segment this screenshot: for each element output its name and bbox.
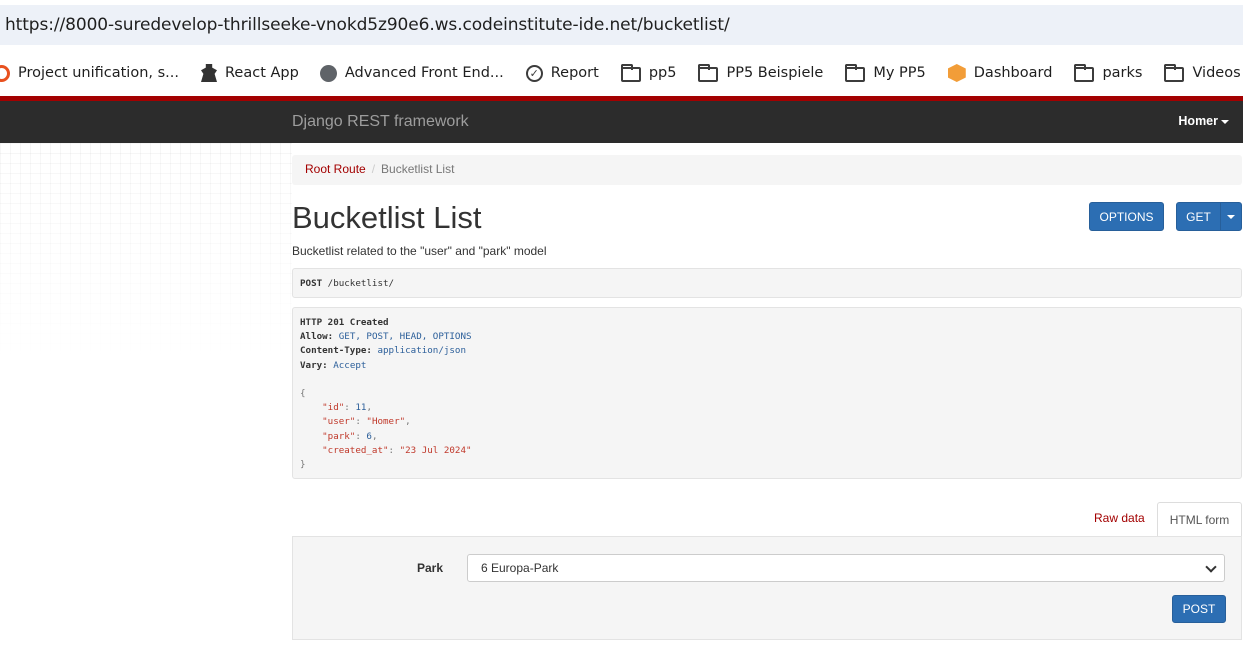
breadcrumb-root-link[interactable]: Root Route (305, 162, 366, 176)
json-key: "created_at" (322, 444, 389, 456)
json-value: "Homer" (366, 416, 406, 428)
json-field: "park": 6, (322, 430, 378, 442)
bookmark-report[interactable]: ✓ Report (525, 58, 599, 88)
post-form: Park 6 Europa-Park POST (292, 536, 1242, 640)
user-name: Homer (1178, 114, 1218, 128)
bookmark-label: Advanced Front End... (344, 65, 504, 81)
bookmark-pp5[interactable]: pp5 (620, 58, 677, 88)
json-key: "id" (322, 402, 345, 414)
header-value: application/json (377, 345, 466, 357)
json-value: "23 Jul 2024" (399, 444, 472, 456)
park-select[interactable]: 6 Europa-Park (467, 554, 1225, 582)
folder-icon (698, 63, 719, 82)
json-field: "id": 11, (322, 402, 372, 414)
bookmark-advanced-front-end[interactable]: Advanced Front End... (319, 58, 504, 88)
header-key: Content-Type: (300, 345, 372, 357)
bookmark-label: Report (550, 65, 599, 81)
response-header-vary: Vary: Accept (300, 359, 1234, 373)
breadcrumb: Root Route / Bucketlist List (292, 155, 1242, 185)
json-open-brace: { (300, 388, 306, 400)
response-status: HTTP 201 Created (300, 317, 389, 328)
response-info: HTTP 201 Created Allow: GET, POST, HEAD,… (292, 307, 1242, 479)
address-bar: https://8000-suredevelop-thrillseeke-vno… (0, 0, 1243, 50)
request-info: POST /bucketlist/ (292, 268, 1242, 298)
get-format-dropdown[interactable] (1220, 202, 1242, 231)
request-path: /bucketlist/ (322, 278, 395, 289)
bookmark-videos[interactable]: Videos (1164, 58, 1241, 88)
page-description: Bucketlist related to the "user" and "pa… (292, 244, 547, 258)
url-text: https://8000-suredevelop-thrillseeke-vno… (5, 15, 730, 35)
breadcrumb-current: Bucketlist List (381, 162, 455, 176)
header-key: Vary: (300, 359, 328, 371)
response-header-allow: Allow: GET, POST, HEAD, OPTIONS (300, 330, 1234, 344)
user-dropdown[interactable]: Homer (1178, 114, 1229, 128)
bookmark-label: Videos (1192, 65, 1241, 81)
grid-background (0, 143, 292, 363)
ring-icon (0, 64, 10, 82)
tab-raw-data[interactable]: Raw data (1094, 511, 1145, 525)
check-circle-icon: ✓ (525, 64, 543, 82)
folder-icon (1164, 63, 1185, 82)
park-select-value: 6 Europa-Park (481, 561, 559, 575)
breadcrumb-separator: / (371, 162, 376, 176)
folder-icon (620, 63, 641, 82)
bookmark-label: parks (1102, 65, 1143, 81)
header-key: Allow: (300, 331, 334, 343)
options-button[interactable]: OPTIONS (1089, 202, 1164, 231)
bookmarks-bar: Project unification, s... React App Adva… (0, 50, 1243, 96)
caret-down-icon (1221, 119, 1229, 124)
bookmark-project-unification[interactable]: Project unification, s... (0, 58, 179, 88)
header-value: GET, POST, HEAD, OPTIONS (338, 331, 472, 343)
request-method: POST (300, 278, 323, 289)
navbar: Django REST framework Homer (0, 101, 1243, 143)
park-label: Park (417, 561, 444, 575)
g-logo-icon (947, 64, 966, 82)
bookmark-label: PP5 Beispiele (726, 65, 824, 81)
folder-icon (845, 63, 866, 82)
brand-link[interactable]: Django REST framework (292, 113, 469, 131)
bookmark-label: pp5 (648, 65, 677, 81)
bookmark-label: React App (225, 65, 299, 81)
robot-icon (201, 64, 217, 82)
response-header-content-type: Content-Type: application/json (300, 344, 1234, 358)
bookmark-react-app[interactable]: React App (201, 58, 299, 88)
tab-html-form[interactable]: HTML form (1157, 502, 1242, 537)
header-value: Accept (333, 359, 367, 371)
bookmark-dashboard[interactable]: Dashboard (947, 58, 1053, 88)
json-field: "created_at": "23 Jul 2024" (322, 444, 472, 456)
post-submit-button[interactable]: POST (1172, 595, 1226, 623)
globe-icon (319, 64, 337, 82)
bookmark-pp5-beispiele[interactable]: PP5 Beispiele (698, 58, 823, 88)
json-value: 11 (355, 402, 367, 414)
folder-icon (1074, 63, 1095, 82)
bookmark-label: Dashboard (973, 65, 1053, 81)
json-key: "park" (322, 430, 356, 442)
bookmark-my-pp5[interactable]: My PP5 (845, 58, 926, 88)
bookmark-label: Project unification, s... (18, 65, 179, 81)
json-close-brace: } (300, 459, 306, 471)
get-button[interactable]: GET (1176, 202, 1221, 231)
caret-down-icon (1227, 214, 1235, 219)
bookmark-label: My PP5 (873, 65, 926, 81)
page-title: Bucketlist List (292, 200, 482, 235)
url-field[interactable]: https://8000-suredevelop-thrillseeke-vno… (0, 5, 1243, 45)
json-field: "user": "Homer", (322, 416, 411, 428)
json-key: "user" (322, 416, 356, 428)
chevron-down-icon (1205, 561, 1217, 573)
bookmark-parks[interactable]: parks (1074, 58, 1142, 88)
